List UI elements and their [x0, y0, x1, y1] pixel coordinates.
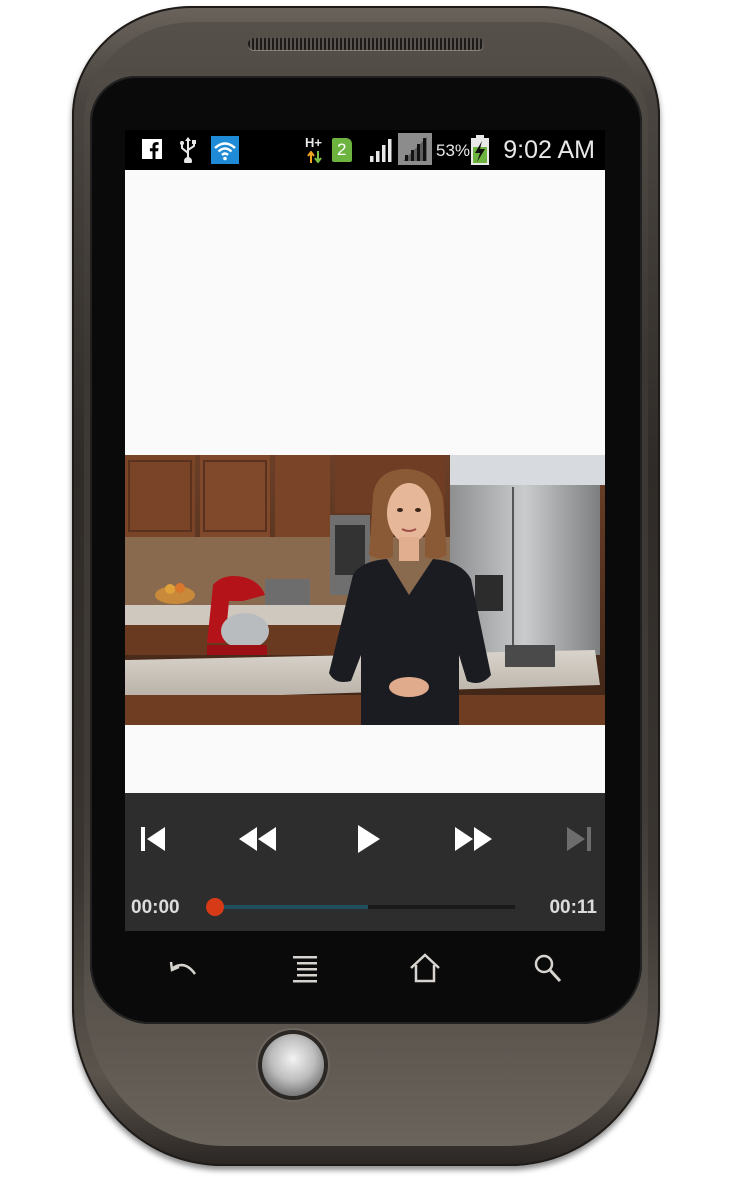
physical-trackball-button[interactable] — [262, 1034, 324, 1096]
hspa-data-icon: H+ — [305, 135, 327, 165]
navigation-bar — [125, 940, 605, 996]
rewind-icon[interactable] — [232, 819, 282, 859]
fast-forward-icon[interactable] — [449, 819, 499, 859]
earpiece-speaker — [248, 38, 484, 50]
next-icon[interactable] — [555, 819, 605, 859]
seek-bar[interactable] — [206, 898, 515, 916]
facebook-icon — [142, 139, 162, 159]
total-time: 00:11 — [549, 897, 597, 918]
search-icon[interactable] — [529, 950, 565, 986]
device-screen: H+ 2 53% 9:02 AM 00:00 00:11 — [125, 130, 605, 931]
signal-icon — [370, 139, 392, 162]
battery-charging-icon — [471, 135, 489, 165]
previous-icon[interactable] — [127, 819, 177, 859]
media-controls: 00:00 00:11 — [125, 793, 605, 931]
clock-time: 9:02 AM — [503, 136, 595, 164]
wifi-icon — [211, 136, 239, 164]
sim-slot-label: 2 — [337, 140, 347, 159]
battery-percent: 53% — [436, 141, 471, 160]
menu-icon[interactable] — [287, 950, 323, 986]
signal-alt-icon — [398, 133, 432, 165]
home-icon[interactable] — [407, 950, 443, 986]
play-icon[interactable] — [343, 819, 393, 859]
back-icon[interactable] — [165, 950, 201, 986]
video-surface[interactable] — [125, 170, 605, 793]
current-time: 00:00 — [131, 897, 180, 918]
video-kitchen-scene — [125, 455, 605, 725]
sim-2-icon: 2 — [332, 138, 352, 162]
seek-buffer — [215, 905, 368, 909]
seek-thumb[interactable] — [206, 898, 224, 916]
video-frame[interactable] — [125, 455, 605, 725]
usb-icon — [180, 137, 196, 163]
status-bar: H+ 2 53% 9:02 AM — [125, 130, 605, 170]
network-type-label: H+ — [305, 135, 322, 150]
